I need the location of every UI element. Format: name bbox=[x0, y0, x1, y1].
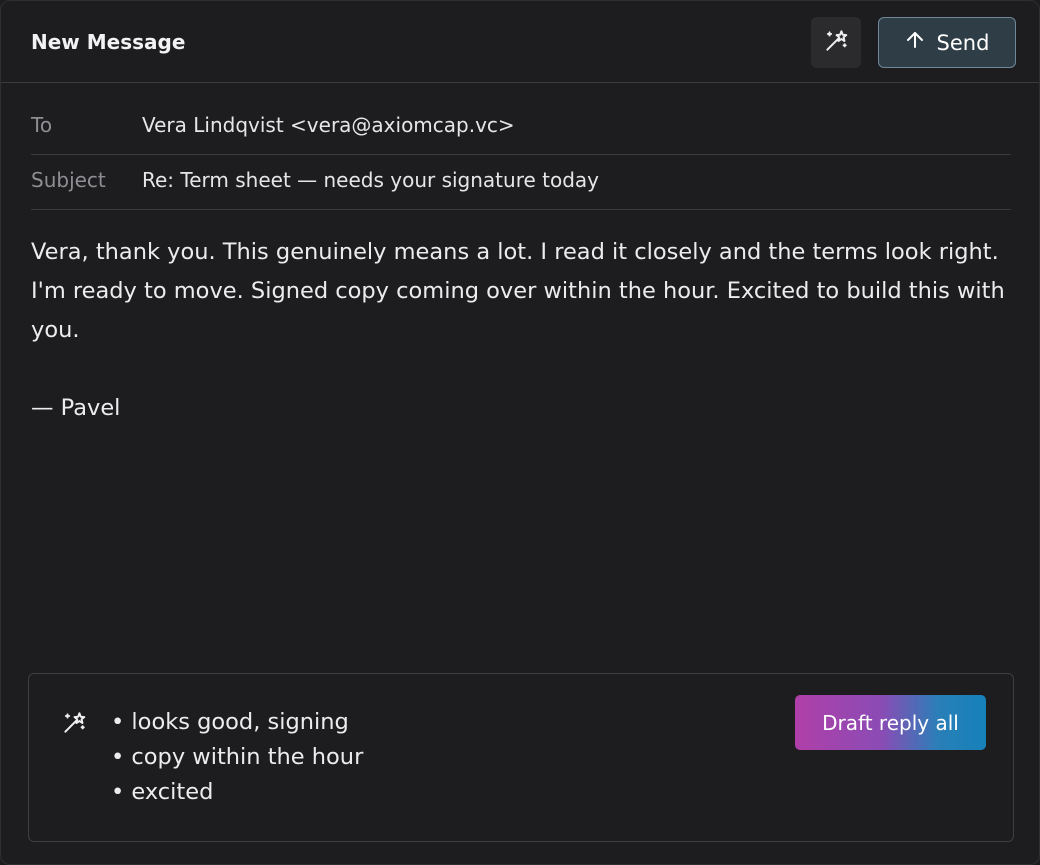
window-title: New Message bbox=[31, 30, 186, 54]
list-item: • copy within the hour bbox=[111, 744, 364, 770]
magic-wand-icon bbox=[823, 28, 849, 58]
message-signature: — Pavel bbox=[31, 395, 121, 421]
to-input[interactable]: Vera Lindqvist <vera@axiomcap.vc> bbox=[142, 113, 515, 137]
to-field[interactable]: To Vera Lindqvist <vera@axiomcap.vc> bbox=[31, 100, 1011, 155]
send-button-label: Send bbox=[936, 30, 990, 55]
message-body[interactable]: Vera, thank you. This genuinely means a … bbox=[31, 233, 1016, 428]
subject-input[interactable]: Re: Term sheet — needs your signature to… bbox=[142, 168, 599, 192]
compose-header: New Message Send bbox=[1, 1, 1039, 83]
list-item: • looks good, signing bbox=[111, 709, 349, 735]
list-item: • excited bbox=[111, 779, 214, 805]
arrow-up-icon bbox=[905, 30, 925, 55]
message-paragraph: Vera, thank you. This genuinely means a … bbox=[31, 239, 1005, 343]
send-button[interactable]: Send bbox=[878, 17, 1016, 68]
compose-window: New Message Send To Vera Lindqvist <vera… bbox=[0, 0, 1040, 865]
draft-reply-all-button[interactable]: Draft reply all bbox=[795, 695, 986, 750]
ai-summary-panel: • looks good, signing • copy within the … bbox=[28, 673, 1014, 842]
to-label: To bbox=[31, 113, 53, 137]
magic-wand-icon bbox=[61, 710, 87, 740]
ai-assist-button[interactable] bbox=[811, 17, 861, 68]
subject-label: Subject bbox=[31, 168, 106, 192]
subject-field[interactable]: Subject Re: Term sheet — needs your sign… bbox=[31, 155, 1011, 210]
ai-bullet-list: • looks good, signing • copy within the … bbox=[111, 705, 363, 810]
